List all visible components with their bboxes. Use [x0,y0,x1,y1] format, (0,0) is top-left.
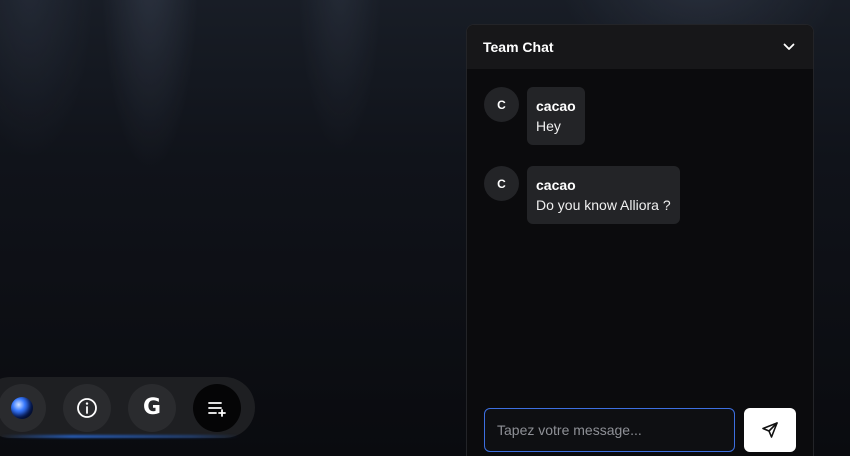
globe-button[interactable] [0,383,46,432]
playlist-add-icon [208,401,226,417]
message-author: cacao [536,98,576,114]
info-icon [77,397,97,418]
globe-icon [11,396,33,419]
chat-message: C cacao Do you know Alliora ? [484,166,680,224]
chat-header: Team Chat [467,25,813,69]
info-button[interactable] [63,383,111,432]
collapse-chat-button[interactable] [781,39,797,55]
bottom-toolbar: G [0,377,255,438]
chat-message: C cacao Hey [484,87,585,145]
message-text: Do you know Alliora ? [536,197,671,213]
avatar: C [484,166,519,201]
chevron-down-icon [783,43,795,50]
google-button[interactable]: G [128,383,176,432]
google-icon: G [142,395,162,420]
message-bubble: cacao Do you know Alliora ? [527,166,680,224]
send-button[interactable] [744,408,796,452]
message-bubble: cacao Hey [527,87,585,145]
message-text: Hey [536,118,561,134]
message-author: cacao [536,177,576,193]
message-composer [484,408,796,452]
toolbar-glow [0,435,240,438]
avatar: C [484,87,519,122]
team-chat-panel: Team Chat C cacao Hey C cacao Do you kno… [466,24,814,456]
message-input[interactable] [484,408,735,452]
chat-title: Team Chat [483,39,554,55]
playlist-add-button[interactable] [193,383,241,432]
send-icon [762,422,778,438]
